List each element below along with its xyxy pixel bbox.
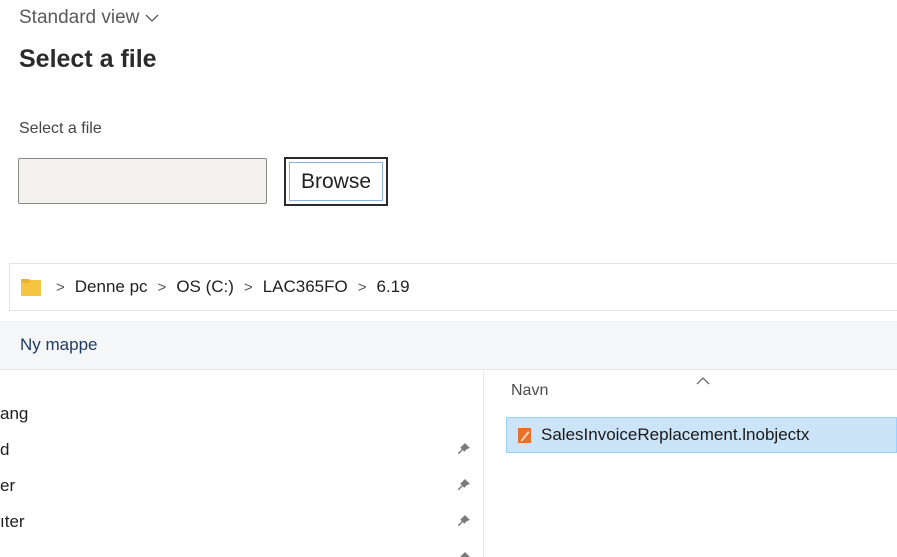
file-explorer: > Denne pc > OS (C:) > LAC365FO > 6.19 N… — [0, 263, 897, 557]
file-field-label: Select a file — [19, 120, 102, 137]
new-folder-button[interactable]: Ny mappe — [20, 335, 97, 355]
address-bar[interactable]: > Denne pc > OS (C:) > LAC365FO > 6.19 — [9, 263, 897, 311]
nav-item[interactable]: d — [0, 434, 483, 470]
pin-icon[interactable] — [456, 513, 472, 529]
nav-item-label: d — [0, 440, 10, 459]
sort-ascending-icon — [696, 377, 710, 385]
file-list-item[interactable]: SalesInvoiceReplacement.lnobjectx — [506, 417, 897, 453]
browse-button-label: Browse — [289, 162, 383, 201]
nav-item-label: ang — [0, 404, 29, 423]
pin-icon[interactable] — [456, 477, 472, 493]
breadcrumb: > Denne pc > OS (C:) > LAC365FO > 6.19 — [56, 277, 410, 297]
column-header-name[interactable]: Navn — [511, 382, 548, 400]
chevron-right-icon: > — [357, 278, 367, 296]
nav-item-label: ıter — [0, 512, 25, 531]
chevron-right-icon: > — [56, 278, 65, 296]
browse-button[interactable]: Browse — [284, 157, 388, 206]
breadcrumb-item-folder[interactable]: LAC365FO — [263, 277, 348, 297]
page-title: Select a file — [19, 45, 157, 73]
file-icon — [518, 427, 531, 443]
breadcrumb-item-this-pc[interactable]: Denne pc — [75, 277, 148, 297]
view-switcher[interactable]: Standard view — [19, 7, 159, 29]
pin-icon[interactable] — [456, 550, 472, 557]
file-select-screen: Standard view Select a file Select a fil… — [0, 0, 897, 557]
file-path-input[interactable] — [18, 158, 267, 204]
nav-item[interactable]: er — [0, 470, 483, 506]
navigation-pane: ang d er ıter — [0, 370, 483, 557]
chevron-right-icon: > — [243, 278, 253, 296]
explorer-toolbar: Ny mappe — [0, 321, 897, 370]
pin-icon[interactable] — [456, 441, 472, 457]
chevron-down-icon — [145, 14, 159, 22]
nav-item[interactable]: ang — [0, 398, 483, 434]
file-name: SalesInvoiceReplacement.lnobjectx — [541, 425, 810, 444]
folder-icon — [21, 279, 41, 296]
chevron-right-icon: > — [157, 278, 167, 296]
file-list-pane: Navn SalesInvoiceReplacement.lnobjectx — [484, 370, 897, 557]
breadcrumb-item-drive[interactable]: OS (C:) — [176, 277, 234, 297]
view-label: Standard view — [19, 7, 140, 28]
nav-item[interactable]: ıter — [0, 506, 483, 542]
breadcrumb-item-subfolder[interactable]: 6.19 — [377, 277, 410, 297]
nav-item-label: er — [0, 476, 16, 495]
